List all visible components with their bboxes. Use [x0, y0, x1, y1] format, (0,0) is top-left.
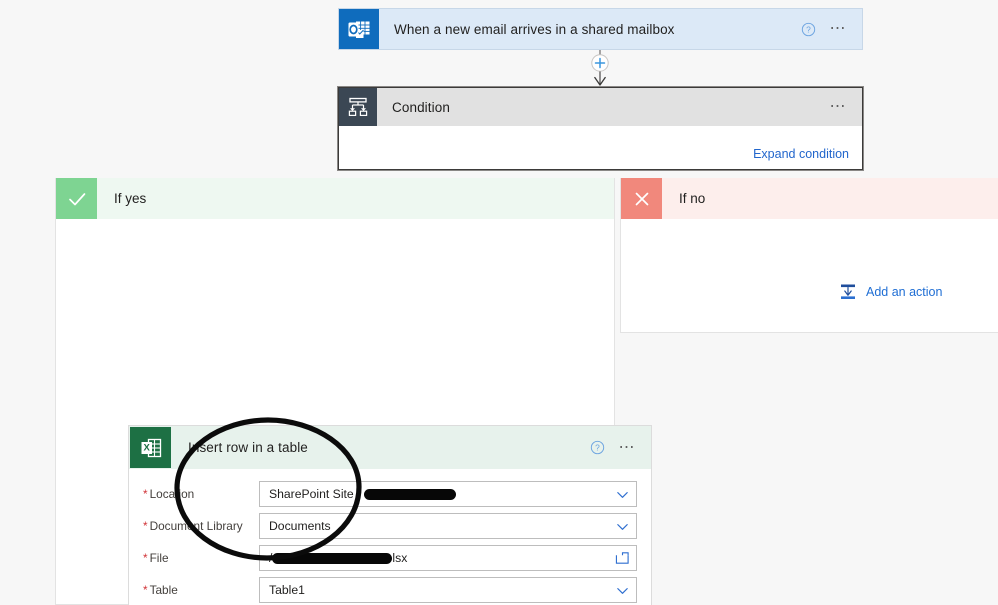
field-label-location: * Location	[143, 487, 195, 501]
trigger-header-actions: ? ⋯	[801, 21, 863, 37]
required-asterisk: *	[143, 487, 148, 501]
form-row-file: * File / lsx	[143, 542, 637, 574]
action-card-header[interactable]: X Insert row in a table ? ⋯	[129, 426, 651, 469]
action-header-actions: ? ⋯	[590, 439, 652, 455]
condition-card-header[interactable]: Condition ⋯	[339, 88, 862, 126]
checkmark-icon	[56, 178, 97, 219]
chevron-down-icon[interactable]	[615, 519, 630, 534]
required-asterisk: *	[143, 551, 148, 565]
form-row-table: * Table Table1	[143, 574, 637, 605]
add-an-action-label: Add an action	[866, 285, 943, 299]
trigger-title: When a new email arrives in a shared mai…	[394, 21, 675, 37]
chevron-down-icon[interactable]	[615, 583, 630, 598]
table-dropdown[interactable]: Table1	[259, 577, 637, 603]
location-value: SharePoint Site -	[269, 487, 615, 501]
branch-if-no: If no Add an action	[620, 178, 998, 333]
trigger-card-header[interactable]: When a new email arrives in a shared mai…	[339, 9, 862, 49]
help-icon[interactable]: ?	[801, 22, 816, 37]
svg-text:?: ?	[595, 443, 600, 453]
action-card-insert-row[interactable]: X Insert row in a table ? ⋯ * Location S…	[128, 425, 652, 605]
condition-branch-icon	[339, 88, 377, 126]
field-label-document-library: * Document Library	[143, 519, 243, 533]
field-label-table: * Table	[143, 583, 178, 597]
required-asterisk: *	[143, 519, 148, 533]
add-action-icon	[841, 284, 855, 299]
chevron-down-icon[interactable]	[615, 487, 630, 502]
excel-icon: X	[130, 427, 171, 468]
action-title: Insert row in a table	[188, 440, 308, 455]
help-icon[interactable]: ?	[590, 440, 605, 455]
redaction-bar	[272, 552, 393, 564]
svg-text:?: ?	[806, 24, 811, 34]
field-label-file: * File	[143, 551, 169, 565]
action-form: * Location SharePoint Site - * Document Li…	[129, 469, 651, 605]
condition-card-body: Expand condition	[339, 126, 862, 169]
required-asterisk: *	[143, 583, 148, 597]
ellipsis-icon[interactable]: ⋯	[830, 21, 849, 37]
outlook-icon	[339, 9, 379, 49]
branch-if-yes-label: If yes	[114, 191, 147, 206]
svg-text:X: X	[143, 442, 150, 453]
condition-title: Condition	[392, 99, 450, 115]
condition-card[interactable]: Condition ⋯ Expand condition	[337, 86, 864, 171]
expand-condition-link[interactable]: Expand condition	[753, 147, 849, 161]
form-row-location: * Location SharePoint Site -	[143, 478, 637, 510]
form-row-document-library: * Document Library Documents	[143, 510, 637, 542]
redaction-bar	[364, 488, 457, 500]
close-x-icon	[621, 178, 662, 219]
document-library-dropdown[interactable]: Documents	[259, 513, 637, 539]
branch-if-yes-header: If yes	[56, 178, 614, 219]
ellipsis-icon[interactable]: ⋯	[830, 99, 849, 115]
trigger-card[interactable]: When a new email arrives in a shared mai…	[338, 8, 863, 50]
folder-icon[interactable]	[615, 551, 630, 565]
ellipsis-icon[interactable]: ⋯	[619, 439, 638, 455]
branch-if-no-label: If no	[679, 191, 706, 206]
branch-if-no-header: If no	[621, 178, 998, 219]
add-an-action-button[interactable]: Add an action	[839, 283, 942, 301]
condition-header-actions: ⋯	[830, 99, 863, 115]
branch-if-yes: If yes X Insert row in a table ? ⋯ * Loc…	[55, 178, 652, 605]
file-picker-input[interactable]: / lsx	[259, 545, 637, 571]
flow-designer-canvas: When a new email arrives in a shared mai…	[0, 0, 998, 605]
document-library-value: Documents	[269, 519, 331, 533]
table-value: Table1	[269, 583, 305, 597]
file-value: / lsx	[269, 551, 408, 565]
location-dropdown[interactable]: SharePoint Site -	[259, 481, 637, 507]
flow-connector	[584, 50, 616, 90]
